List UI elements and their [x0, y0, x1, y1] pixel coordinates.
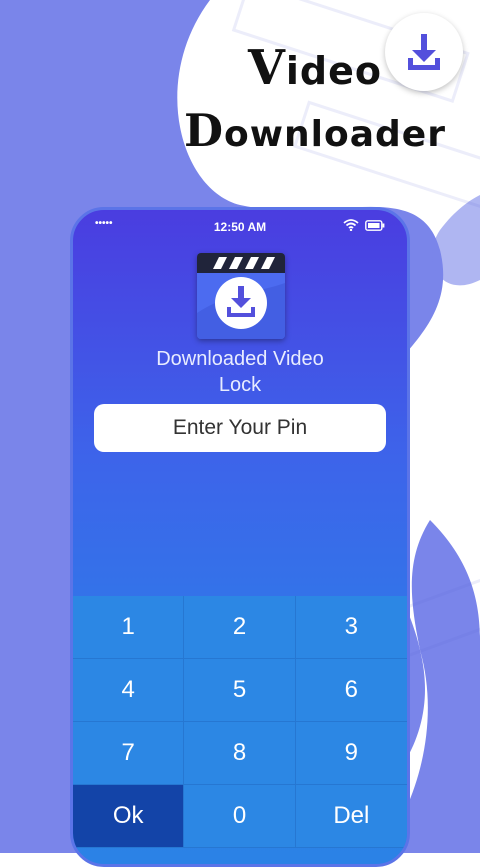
download-badge [385, 13, 463, 91]
battery-icon [365, 219, 385, 231]
key-4[interactable]: 4 [73, 659, 185, 722]
key-3[interactable]: 3 [295, 596, 407, 659]
pin-input[interactable] [94, 404, 386, 452]
key-8[interactable]: 8 [184, 722, 296, 785]
clapperboard-download-icon [197, 253, 285, 339]
lock-screen-title: Downloaded Video Lock [156, 348, 324, 396]
app-title-line1: Video [248, 40, 382, 96]
wifi-icon [343, 219, 359, 231]
key-7[interactable]: 7 [73, 722, 185, 785]
key-9[interactable]: 9 [295, 722, 407, 785]
ok-button[interactable]: Ok [73, 785, 185, 848]
status-icons [343, 219, 385, 231]
phone-mockup: ••••• 12:50 AM Downloaded Video Lock 1 2… [70, 207, 410, 867]
app-title-line2: Downloader [184, 104, 446, 157]
key-2[interactable]: 2 [184, 596, 296, 659]
key-0[interactable]: 0 [184, 785, 296, 848]
key-5[interactable]: 5 [184, 659, 296, 722]
key-1[interactable]: 1 [73, 596, 185, 659]
delete-button[interactable]: Del [295, 785, 407, 848]
key-6[interactable]: 6 [295, 659, 407, 722]
status-bar: ••••• 12:50 AM [73, 210, 407, 246]
download-icon [408, 34, 440, 70]
pin-keypad: 1 2 3 4 5 6 7 8 9 Ok 0 Del [73, 596, 407, 848]
